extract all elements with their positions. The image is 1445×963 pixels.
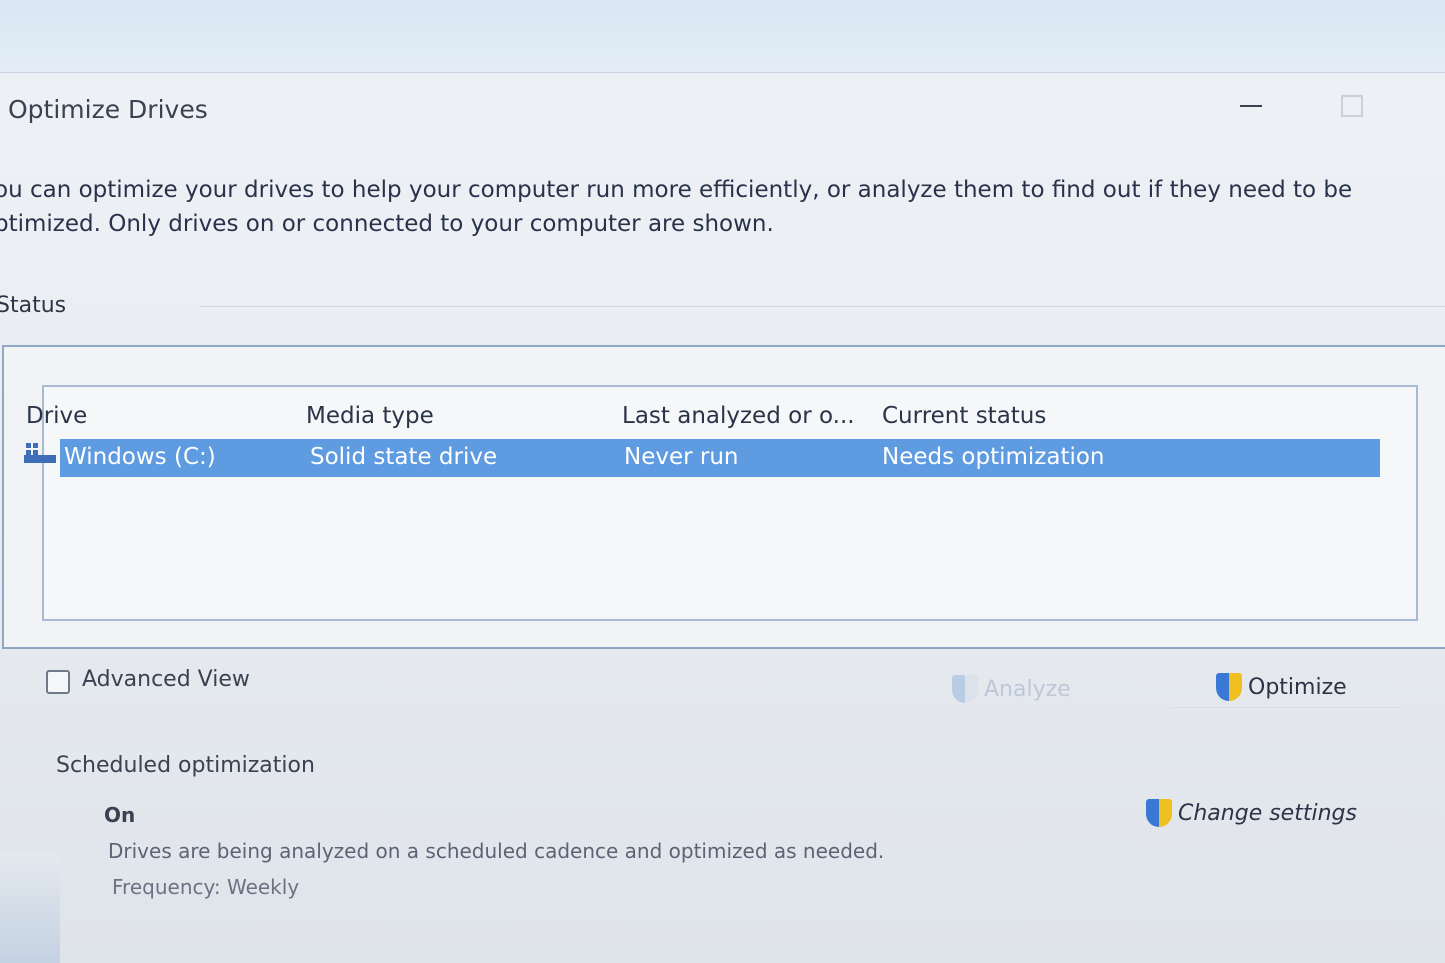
column-header-last-analyzed[interactable]: Last analyzed or o... xyxy=(622,403,855,429)
shield-icon xyxy=(952,675,978,703)
cell-drive: Windows (C:) xyxy=(64,444,216,470)
minimize-button[interactable] xyxy=(1230,85,1274,125)
shield-icon xyxy=(1216,673,1242,701)
description-text: ou can optimize your drives to help your… xyxy=(0,177,1353,237)
drive-list[interactable]: Drive Media type Last analyzed or o... C… xyxy=(24,385,1418,621)
status-group: Drive Media type Last analyzed or o... C… xyxy=(2,345,1445,649)
actions-area: Advanced View Analyze Optimize Scheduled… xyxy=(0,645,1445,963)
cell-current-status: Needs optimization xyxy=(882,444,1105,470)
column-header-current-status[interactable]: Current status xyxy=(882,403,1046,429)
scheduled-optimization-title: Scheduled optimization xyxy=(56,753,315,778)
button-divider xyxy=(1170,707,1400,708)
section-divider xyxy=(200,306,1445,307)
advanced-view-label[interactable]: Advanced View xyxy=(82,667,250,692)
window-title: Optimize Drives xyxy=(8,95,208,124)
column-header-drive[interactable]: Drive xyxy=(26,403,87,429)
optimize-drives-window: Optimize Drives ou can optimize your dri… xyxy=(0,72,1445,963)
optimize-label: Optimize xyxy=(1248,674,1347,700)
title-bar[interactable]: Optimize Drives xyxy=(0,73,1445,141)
maximize-button[interactable] xyxy=(1330,85,1374,125)
status-section-label: Status xyxy=(0,293,67,318)
advanced-view-checkbox[interactable] xyxy=(46,670,70,694)
schedule-frequency: Frequency: Weekly xyxy=(112,875,300,899)
optimize-button[interactable]: Optimize xyxy=(1216,667,1347,707)
cell-media-type: Solid state drive xyxy=(310,444,498,470)
analyze-button[interactable]: Analyze xyxy=(952,669,1071,709)
cell-last-analyzed: Never run xyxy=(624,444,739,470)
desktop-background xyxy=(0,0,1445,72)
schedule-description: Drives are being analyzed on a scheduled… xyxy=(108,839,885,863)
window-edge xyxy=(0,853,60,963)
column-header-media-type[interactable]: Media type xyxy=(306,403,434,429)
change-settings-label: Change settings xyxy=(1178,800,1357,826)
analyze-label: Analyze xyxy=(984,676,1071,702)
change-settings-button[interactable]: Change settings xyxy=(1146,793,1357,833)
drive-icon xyxy=(24,443,56,465)
schedule-status: On xyxy=(104,803,136,827)
table-row[interactable]: Windows (C:) Solid state drive Never run… xyxy=(60,439,1380,477)
shield-icon xyxy=(1146,799,1172,827)
